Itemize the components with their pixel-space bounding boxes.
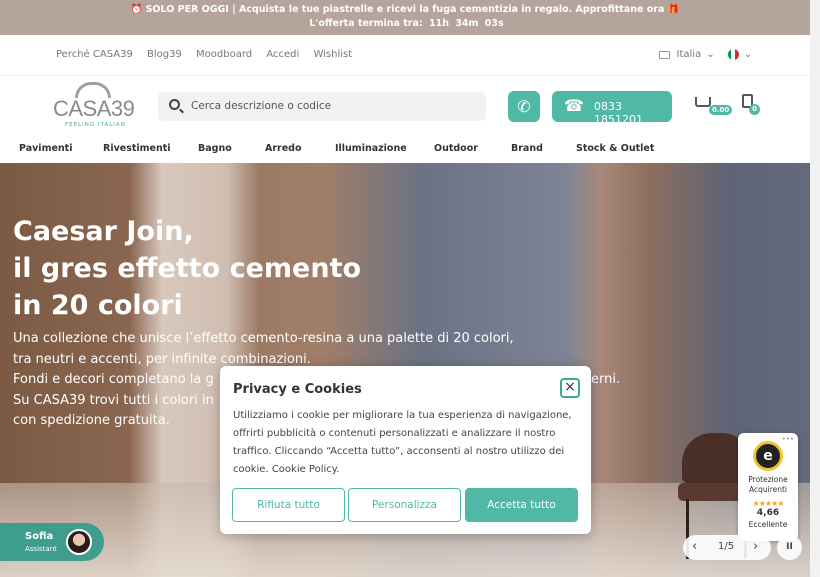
truck-icon [658,50,670,59]
trusted-shops-badge[interactable]: ••• e Protezione Acquirenti ★★★★★ 4,66 E… [738,433,798,541]
link-blog[interactable]: Blog39 [147,49,182,60]
nav-illuminazione[interactable]: Illuminazione [335,143,407,154]
accept-all-button[interactable]: Accetta tutto [465,488,578,522]
country-label: Italia [676,49,702,60]
pause-button[interactable]: II [777,535,802,560]
assistant-name: Sofia [25,531,54,542]
hero-title: Caesar Join, il gres effetto cemento in … [13,213,361,324]
italy-flag-icon[interactable] [727,49,739,60]
link-perche-casa39[interactable]: Perché CASA39 [56,49,133,60]
chevron-right-icon[interactable]: › [753,539,758,554]
trust-seal-icon: e [753,441,783,471]
promo-countdown: L'offerta termina tra: 11h 34m 03s [0,17,810,31]
utility-bar: Perché CASA39 Blog39 Moodboard Accedi Wi… [0,35,810,76]
cookie-text: Utilizziamo i cookie per migliorare la t… [233,410,572,475]
cart-button[interactable]: 0.00 [695,94,733,118]
more-icon[interactable]: ••• [782,435,794,443]
chevron-left-icon[interactable]: ‹ [692,539,697,554]
countdown-seconds: 03s [484,18,504,29]
countdown-label: L'offerta termina tra: [309,18,423,29]
promo-bar: ⏰ SOLO PER OGGI | Acquista le tue piastr… [0,0,810,35]
avatar [66,529,92,555]
casa39-logo[interactable]: CASA39 FEELING ITALIAN [53,82,137,132]
countdown-hours: 11h [429,18,449,29]
nav-brand[interactable]: Brand [511,143,543,154]
nav-outdoor[interactable]: Outdoor [434,143,478,154]
assistant-role: Assistant [25,545,57,553]
hero-title-line: il gres effetto cemento [13,253,362,284]
reject-all-button[interactable]: Rifiuta tutto [232,488,345,522]
trust-line2: Acquirenti [748,485,788,494]
countdown-minutes: 34m [455,18,479,29]
site-header: CASA39 FEELING ITALIAN Cerca descrizione… [0,76,810,138]
cookie-dialog: Privacy e Cookies × Utilizziamo i cookie… [220,366,591,534]
phone-number: 0833 1851201 [594,100,643,126]
link-moodboard[interactable]: Moodboard [196,49,252,60]
rating-score: 4,66 [756,508,780,518]
quote-button[interactable]: 0 [742,94,764,118]
search-icon [169,99,180,110]
hero-desc-line: Una collezione che unisce l’effetto ceme… [13,331,514,346]
phone-button[interactable]: ☎ 0833 1851201 [552,91,672,126]
whatsapp-button[interactable]: ✆ [508,91,540,122]
pause-icon: II [786,542,793,552]
promo-message: ⏰ SOLO PER OGGI | Acquista le tue piastr… [130,4,680,15]
hero-title-line: in 20 colori [13,290,183,321]
main-nav: Pavimenti Rivestimenti Bagno Arredo Illu… [0,138,810,163]
hero-desc-tail: erni. [591,372,621,387]
cookie-title: Privacy e Cookies [233,382,362,397]
whatsapp-icon: ✆ [517,97,531,116]
hero-title-line: Caesar Join, [13,216,194,247]
close-button[interactable]: × [560,378,580,398]
nav-rivestimenti[interactable]: Rivestimenti [103,143,171,154]
rating-stars: ★★★★★ [752,499,785,508]
cart-icon [695,97,711,107]
chat-assistant-widget[interactable]: Sofia Assistant [0,523,104,561]
close-icon: × [564,379,576,395]
nav-arredo[interactable]: Arredo [265,143,302,154]
chevron-down-icon: ⌄ [706,49,715,60]
slide-index: 1/5 [718,541,735,552]
link-accedi[interactable]: Accedi [266,49,299,60]
slider-controls: ‹ 1/5 › [683,535,771,560]
search-box[interactable]: Cerca descrizione o codice [158,92,486,121]
rating-label: Eccellente [748,520,788,529]
customize-button[interactable]: Personalizza [348,488,461,522]
logo-word: CASA39 [53,96,135,121]
chevron-down-icon: ⌄ [743,49,752,60]
quote-count-badge: 0 [749,104,760,115]
logo-tagline: FEELING ITALIAN [65,122,126,128]
page-scrollbar[interactable] [810,0,820,577]
cart-total-badge: 0.00 [709,105,733,115]
phone-icon: ☎ [564,96,584,115]
trust-line1: Protezione [748,475,788,484]
search-input[interactable]: Cerca descrizione o codice [191,100,331,112]
country-selector[interactable]: Italia ⌄ ⌄ [658,49,752,60]
nav-bagno[interactable]: Bagno [198,143,232,154]
utility-links: Perché CASA39 Blog39 Moodboard Accedi Wi… [56,49,363,60]
nav-stock-outlet[interactable]: Stock & Outlet [576,143,654,154]
link-wishlist[interactable]: Wishlist [313,49,352,60]
nav-pavimenti[interactable]: Pavimenti [19,143,72,154]
